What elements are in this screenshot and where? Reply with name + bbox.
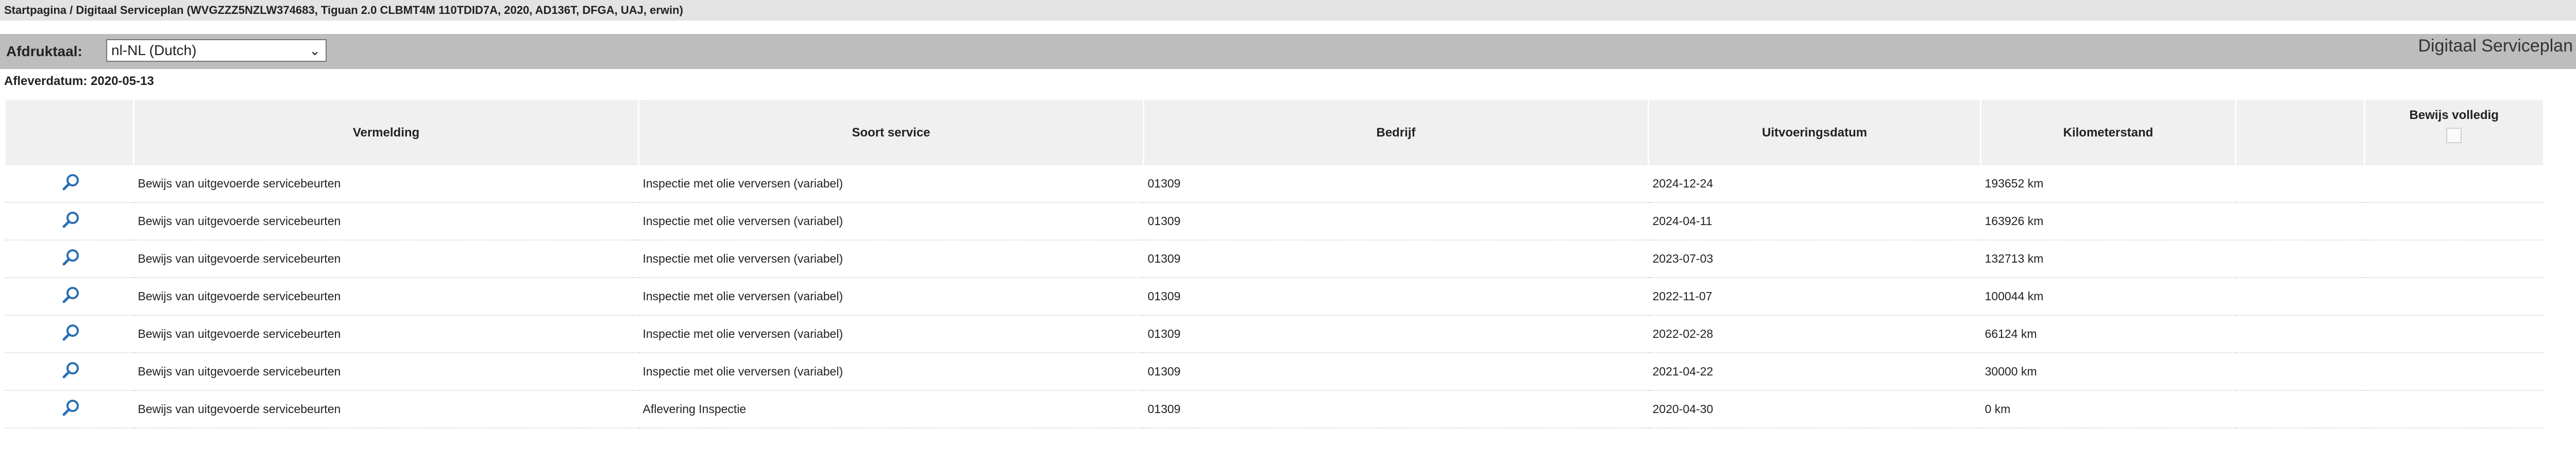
header-uitvoeringsdatum[interactable]: Uitvoeringsdatum bbox=[1648, 100, 1981, 165]
cell-empty bbox=[2235, 353, 2365, 391]
cell-vermelding: Bewijs van uitgevoerde servicebeurten bbox=[133, 390, 639, 429]
cell-bewijs-volledig bbox=[2364, 278, 2543, 316]
cell-kilometerstand: 0 km bbox=[1980, 390, 2236, 429]
cell-soort-service: Inspectie met olie verversen (variabel) bbox=[638, 353, 1144, 391]
table-row[interactable]: Bewijs van uitgevoerde servicebeurten Ins… bbox=[5, 202, 2543, 241]
header-vermelding[interactable]: Vermelding bbox=[133, 100, 639, 165]
row-open-cell[interactable] bbox=[5, 353, 134, 391]
header-kilometerstand[interactable]: Kilometerstand bbox=[1980, 100, 2236, 165]
page-title: Digitaal Serviceplan bbox=[2418, 36, 2573, 56]
cell-soort-service: Inspectie met olie verversen (variabel) bbox=[638, 315, 1144, 353]
cell-kilometerstand: 163926 km bbox=[1980, 202, 2236, 241]
cell-vermelding: Bewijs van uitgevoerde servicebeurten bbox=[133, 315, 639, 353]
print-language-label: Afdruktaal: bbox=[6, 43, 82, 59]
delivery-date: Afleverdatum: 2020-05-13 bbox=[4, 74, 154, 88]
cell-vermelding: Bewijs van uitgevoerde servicebeurten bbox=[133, 353, 639, 391]
header-soort-service[interactable]: Soort service bbox=[638, 100, 1144, 165]
table-row[interactable]: Bewijs van uitgevoerde servicebeurten Ins… bbox=[5, 240, 2543, 278]
cell-bewijs-volledig bbox=[2364, 353, 2543, 391]
cell-soort-service: Inspectie met olie verversen (variabel) bbox=[638, 202, 1144, 241]
cell-vermelding: Bewijs van uitgevoerde servicebeurten bbox=[133, 240, 639, 278]
cell-kilometerstand: 100044 km bbox=[1980, 278, 2236, 316]
cell-empty bbox=[2235, 202, 2365, 241]
cell-empty bbox=[2235, 165, 2365, 203]
cell-uitvoeringsdatum: 2022-11-07 bbox=[1648, 278, 1981, 316]
cell-empty bbox=[2235, 278, 2365, 316]
cell-uitvoeringsdatum: 2022-02-28 bbox=[1648, 315, 1981, 353]
toolbar: Afdruktaal: nl-NL (Dutch) ⌄ Digitaal Ser… bbox=[0, 34, 2576, 69]
cell-bewijs-volledig bbox=[2364, 390, 2543, 429]
row-open-cell[interactable] bbox=[5, 390, 134, 429]
cell-bedrijf: 01309 bbox=[1143, 165, 1649, 203]
cell-soort-service: Inspectie met olie verversen (variabel) bbox=[638, 240, 1144, 278]
magnifier-icon[interactable] bbox=[61, 285, 81, 305]
bewijs-volledig-label: Bewijs volledig bbox=[2409, 108, 2499, 122]
cell-kilometerstand: 66124 km bbox=[1980, 315, 2236, 353]
header-empty-col bbox=[2235, 100, 2365, 165]
row-open-cell[interactable] bbox=[5, 202, 134, 241]
magnifier-icon[interactable] bbox=[61, 210, 81, 230]
cell-soort-service: Aflevering Inspectie bbox=[638, 390, 1144, 429]
table-row[interactable]: Bewijs van uitgevoerde servicebeurten Afl… bbox=[5, 390, 2543, 429]
table-row[interactable]: Bewijs van uitgevoerde servicebeurten Ins… bbox=[5, 353, 2543, 391]
magnifier-icon[interactable] bbox=[61, 360, 81, 381]
table-header-row: Vermelding Soort service Bedrijf Uitvoer… bbox=[4, 100, 2543, 165]
magnifier-icon[interactable] bbox=[61, 247, 81, 268]
cell-vermelding: Bewijs van uitgevoerde servicebeurten bbox=[133, 278, 639, 316]
header-icon-col bbox=[4, 100, 134, 165]
cell-uitvoeringsdatum: 2021-04-22 bbox=[1648, 353, 1981, 391]
magnifier-icon[interactable] bbox=[61, 398, 81, 418]
row-open-cell[interactable] bbox=[5, 278, 134, 316]
cell-bewijs-volledig bbox=[2364, 240, 2543, 278]
chevron-down-icon: ⌄ bbox=[309, 43, 320, 58]
cell-bedrijf: 01309 bbox=[1143, 353, 1649, 391]
table-row[interactable]: Bewijs van uitgevoerde servicebeurten Ins… bbox=[5, 278, 2543, 316]
cell-bedrijf: 01309 bbox=[1143, 240, 1649, 278]
magnifier-icon[interactable] bbox=[61, 172, 81, 193]
row-open-cell[interactable] bbox=[5, 240, 134, 278]
bewijs-volledig-checkbox[interactable] bbox=[2446, 128, 2462, 143]
service-table: Vermelding Soort service Bedrijf Uitvoer… bbox=[4, 100, 2543, 429]
cell-kilometerstand: 132713 km bbox=[1980, 240, 2236, 278]
cell-bewijs-volledig bbox=[2364, 202, 2543, 241]
header-bedrijf[interactable]: Bedrijf bbox=[1143, 100, 1649, 165]
magnifier-icon[interactable] bbox=[61, 322, 81, 343]
row-open-cell[interactable] bbox=[5, 315, 134, 353]
cell-uitvoeringsdatum: 2024-04-11 bbox=[1648, 202, 1981, 241]
cell-empty bbox=[2235, 390, 2365, 429]
cell-bedrijf: 01309 bbox=[1143, 390, 1649, 429]
cell-vermelding: Bewijs van uitgevoerde servicebeurten bbox=[133, 202, 639, 241]
cell-bewijs-volledig bbox=[2364, 315, 2543, 353]
cell-uitvoeringsdatum: 2023-07-03 bbox=[1648, 240, 1981, 278]
cell-soort-service: Inspectie met olie verversen (variabel) bbox=[638, 165, 1144, 203]
breadcrumb: Startpagina / Digitaal Serviceplan (WVGZ… bbox=[0, 0, 2576, 21]
cell-vermelding: Bewijs van uitgevoerde servicebeurten bbox=[133, 165, 639, 203]
cell-soort-service: Inspectie met olie verversen (variabel) bbox=[638, 278, 1144, 316]
cell-kilometerstand: 30000 km bbox=[1980, 353, 2236, 391]
cell-bedrijf: 01309 bbox=[1143, 202, 1649, 241]
cell-empty bbox=[2235, 315, 2365, 353]
cell-empty bbox=[2235, 240, 2365, 278]
print-language-select[interactable]: nl-NL (Dutch) ⌄ bbox=[106, 39, 327, 62]
table-row[interactable]: Bewijs van uitgevoerde servicebeurten Ins… bbox=[5, 165, 2543, 203]
header-bewijs-volledig: Bewijs volledig bbox=[2364, 100, 2543, 165]
cell-bewijs-volledig bbox=[2364, 165, 2543, 203]
cell-bedrijf: 01309 bbox=[1143, 278, 1649, 316]
cell-bedrijf: 01309 bbox=[1143, 315, 1649, 353]
cell-kilometerstand: 193652 km bbox=[1980, 165, 2236, 203]
table-row[interactable]: Bewijs van uitgevoerde servicebeurten Ins… bbox=[5, 315, 2543, 353]
print-language-value: nl-NL (Dutch) bbox=[111, 42, 197, 58]
cell-uitvoeringsdatum: 2020-04-30 bbox=[1648, 390, 1981, 429]
row-open-cell[interactable] bbox=[5, 165, 134, 203]
cell-uitvoeringsdatum: 2024-12-24 bbox=[1648, 165, 1981, 203]
